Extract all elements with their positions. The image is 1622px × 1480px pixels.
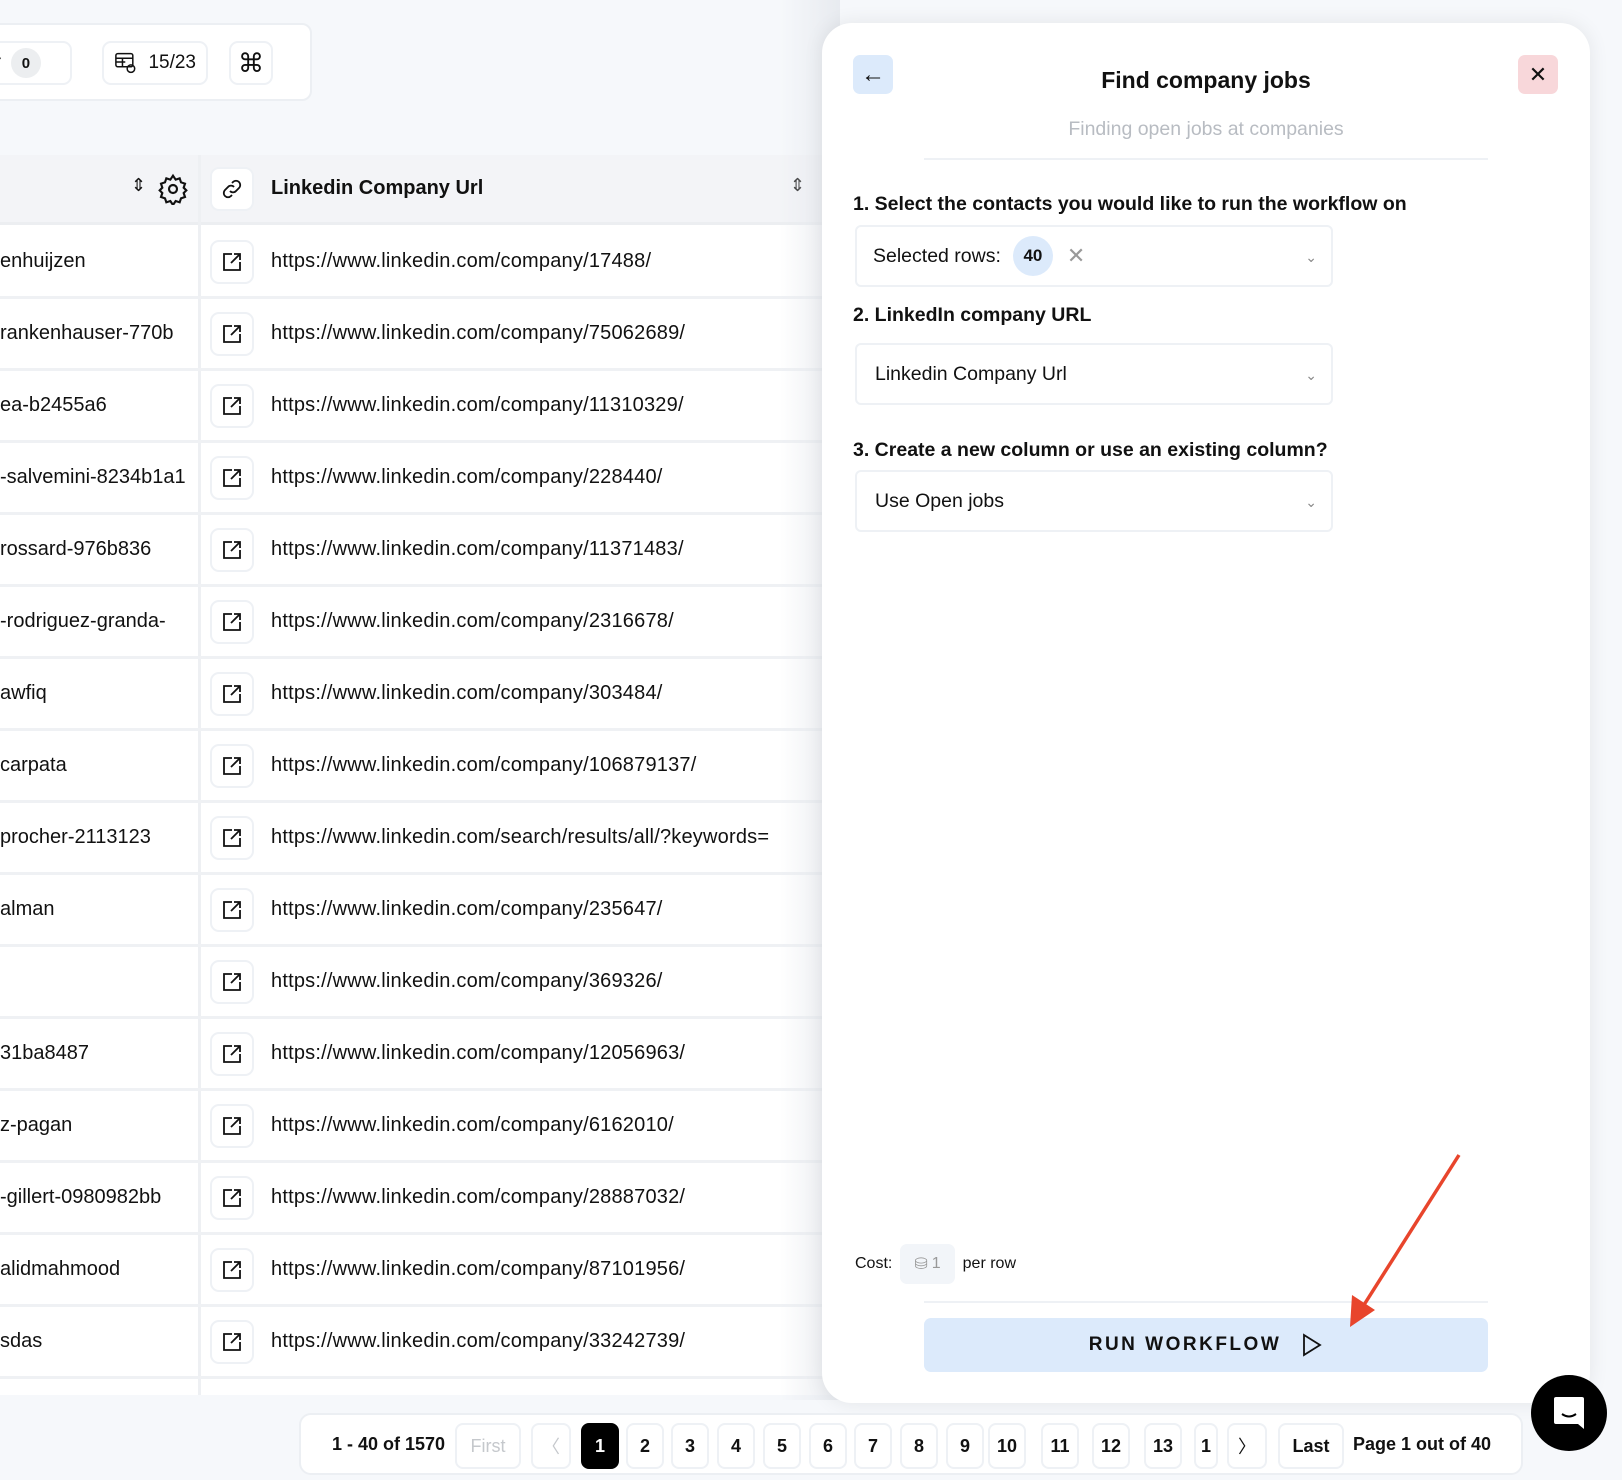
- page-button-2[interactable]: 2: [626, 1423, 664, 1469]
- page-button-6[interactable]: 6: [809, 1423, 847, 1469]
- page-button-1[interactable]: 1: [581, 1423, 619, 1469]
- chevron-left-icon: 〈: [542, 1437, 560, 1457]
- page-button-7[interactable]: 7: [854, 1423, 892, 1469]
- page-info: Page 1 out of 40: [1353, 1434, 1492, 1454]
- chevron-right-icon: 〉: [1238, 1437, 1256, 1457]
- page-button-10[interactable]: 10: [988, 1423, 1026, 1469]
- pagination: 1 - 40 of 1570 First 〈 1 2 3 4 5 6 7 8 9 10 11 12 13…: [299, 1413, 1523, 1475]
- page-button-9[interactable]: 9: [946, 1423, 984, 1469]
- page-button-13[interactable]: 13: [1144, 1423, 1182, 1469]
- page-button-3[interactable]: 3: [671, 1423, 709, 1469]
- first-page-button[interactable]: First: [455, 1423, 521, 1469]
- page-button-4[interactable]: 4: [717, 1423, 755, 1469]
- page-button-11[interactable]: 11: [1041, 1423, 1079, 1469]
- page-button-8[interactable]: 8: [900, 1423, 938, 1469]
- prev-page-button[interactable]: 〈: [531, 1423, 571, 1469]
- chat-launcher-button[interactable]: [1531, 1375, 1607, 1451]
- next-page-button[interactable]: 〉: [1227, 1423, 1267, 1469]
- page-button-12[interactable]: 12: [1092, 1423, 1130, 1469]
- last-page-button[interactable]: Last: [1278, 1423, 1344, 1469]
- chat-icon: [1554, 1397, 1584, 1429]
- annotation-arrow: [1350, 1154, 1461, 1327]
- page-button-1[interactable]: 1: [1194, 1423, 1218, 1469]
- page-button-5[interactable]: 5: [763, 1423, 801, 1469]
- pagination-range: 1 - 40 of 1570: [332, 1434, 446, 1454]
